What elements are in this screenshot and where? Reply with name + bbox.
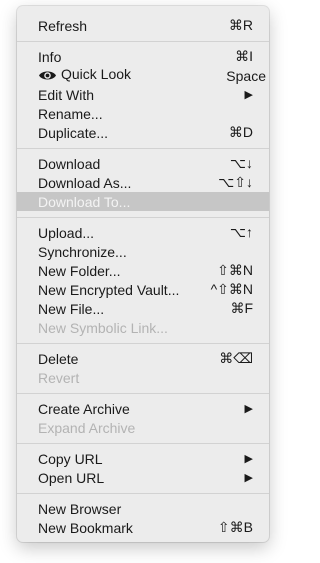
menu-item-label: Info	[38, 48, 62, 65]
menu-item-shortcut: ^⇧⌘N	[210, 281, 253, 297]
menu-item-quick-look[interactable]: Quick Look Space	[17, 66, 269, 85]
menu-item-edit-with[interactable]: Edit With ▶	[17, 85, 269, 104]
menu-item-label: Edit With	[38, 86, 95, 103]
chevron-right-icon: ▶	[244, 89, 253, 101]
menu-item-label: Rename...	[38, 105, 103, 122]
menu-item-label: Copy URL	[38, 450, 103, 467]
menu-item-shortcut: ⌘D	[228, 124, 253, 140]
menu-item-shortcut: ⇧⌘N	[217, 262, 253, 278]
context-menu: Refresh ⌘R Info ⌘I Quick Look Space Edit…	[17, 6, 269, 542]
menu-item-shortcut: ⌥↓	[229, 155, 253, 171]
menu-item-label: New File...	[38, 300, 105, 317]
menu-item-label: New Symbolic Link...	[38, 319, 168, 336]
menu-item-duplicate[interactable]: Duplicate... ⌘D	[17, 123, 269, 142]
menu-item-label: New Folder...	[38, 262, 121, 279]
menu-item-label: Expand Archive	[38, 419, 136, 436]
menu-separator	[17, 343, 269, 344]
menu-item-label: Download To...	[38, 193, 131, 210]
menu-item-revert: Revert	[17, 368, 269, 387]
menu-item-download-as[interactable]: Download As... ⌥⇧↓	[17, 173, 269, 192]
menu-separator	[17, 443, 269, 444]
menu-item-rename[interactable]: Rename...	[17, 104, 269, 123]
menu-item-refresh[interactable]: Refresh ⌘R	[17, 16, 269, 35]
menu-item-new-symbolic-link: New Symbolic Link...	[17, 318, 269, 337]
menu-item-label: Create Archive	[38, 400, 130, 417]
chevron-right-icon: ▶	[244, 453, 253, 465]
menu-item-copy-url[interactable]: Copy URL ▶	[17, 449, 269, 468]
menu-separator	[17, 148, 269, 149]
menu-item-label: Duplicate...	[38, 124, 109, 141]
menu-item-label: Synchronize...	[38, 243, 127, 260]
menu-item-shortcut: ⌘⌫	[219, 350, 253, 366]
menu-separator	[17, 393, 269, 394]
menu-item-delete[interactable]: Delete ⌘⌫	[17, 349, 269, 368]
menu-item-new-browser[interactable]: New Browser	[17, 499, 269, 518]
menu-item-label: Refresh	[38, 17, 88, 34]
menu-item-new-bookmark[interactable]: New Bookmark ⇧⌘B	[17, 518, 269, 537]
menu-item-new-folder[interactable]: New Folder... ⇧⌘N	[17, 261, 269, 280]
menu-separator	[17, 217, 269, 218]
menu-item-new-encrypted-vault[interactable]: New Encrypted Vault... ^⇧⌘N	[17, 280, 269, 299]
eye-icon	[38, 69, 57, 85]
menu-separator	[17, 41, 269, 42]
menu-item-shortcut: ⇧⌘B	[217, 519, 253, 535]
menu-item-shortcut: ⌥↑	[229, 224, 253, 240]
chevron-right-icon: ▶	[244, 403, 253, 415]
menu-item-label-group: Quick Look	[38, 66, 131, 85]
menu-item-download[interactable]: Download ⌥↓	[17, 154, 269, 173]
menu-item-upload[interactable]: Upload... ⌥↑	[17, 223, 269, 242]
menu-item-create-archive[interactable]: Create Archive ▶	[17, 399, 269, 418]
menu-item-shortcut: ⌘F	[230, 300, 253, 316]
menu-item-label: Download As...	[38, 174, 132, 191]
menu-item-label: New Browser	[38, 500, 122, 517]
menu-item-label: Delete	[38, 350, 79, 367]
menu-separator	[17, 493, 269, 494]
menu-item-shortcut: Space	[226, 67, 266, 84]
menu-item-label: Upload...	[38, 224, 95, 241]
menu-item-expand-archive: Expand Archive	[17, 418, 269, 437]
menu-item-shortcut: ⌘I	[235, 48, 253, 64]
menu-item-info[interactable]: Info ⌘I	[17, 47, 269, 66]
chevron-right-icon: ▶	[244, 472, 253, 484]
menu-item-label: Open URL	[38, 469, 105, 486]
menu-item-label: Revert	[38, 369, 80, 386]
menu-item-label: Download	[38, 155, 101, 172]
menu-item-open-url[interactable]: Open URL ▶	[17, 468, 269, 487]
menu-item-new-file[interactable]: New File... ⌘F	[17, 299, 269, 318]
menu-item-label: New Bookmark	[38, 519, 133, 536]
menu-item-label: Quick Look	[61, 66, 132, 82]
menu-item-synchronize[interactable]: Synchronize...	[17, 242, 269, 261]
menu-item-download-to[interactable]: Download To...	[17, 192, 269, 211]
menu-item-shortcut: ⌥⇧↓	[218, 174, 253, 190]
menu-item-shortcut: ⌘R	[228, 17, 253, 33]
menu-item-label: New Encrypted Vault...	[38, 281, 180, 298]
